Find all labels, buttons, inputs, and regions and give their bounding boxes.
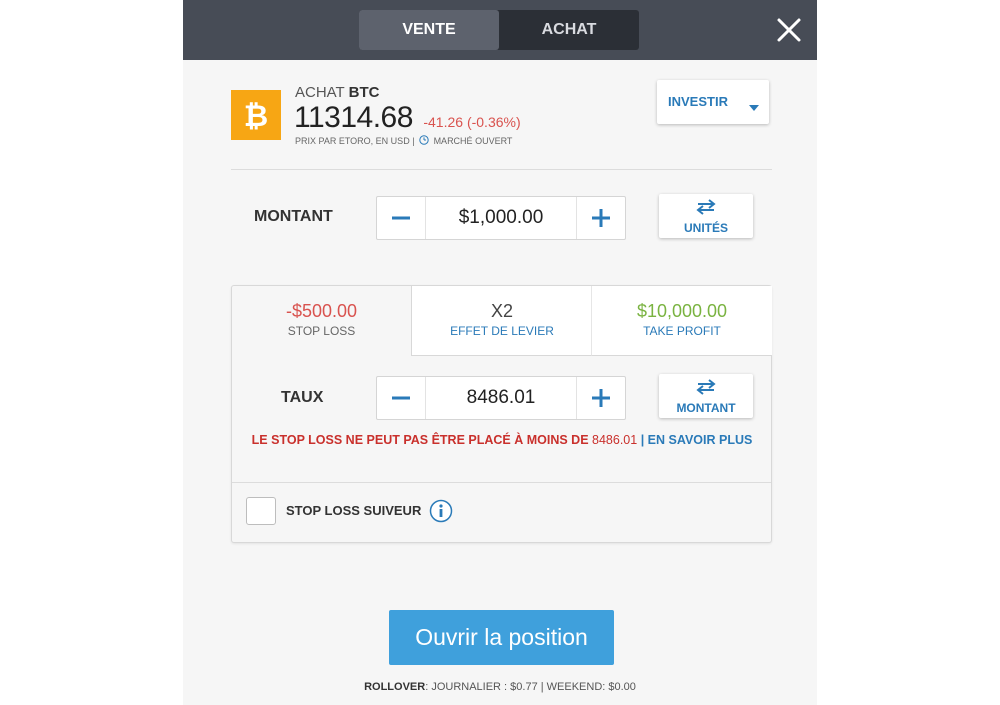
leverage-label: EFFET DE LEVIER [450,324,554,338]
tab-sell[interactable]: VENTE [359,10,499,50]
asset-title: ACHAT BTC [295,84,379,101]
stop-loss-label: STOP LOSS [287,324,356,338]
swap-icon [696,199,716,218]
open-position-button[interactable]: Ouvrir la position [389,610,614,665]
rollover-info: ROLLOVER: JOURNALIER : $0.77 | WEEKEND: … [183,681,817,693]
tab-leverage[interactable]: X2 EFFET DE LEVIER [411,286,592,356]
amount-input[interactable]: $1,000.00 [425,197,577,239]
price-row: 11314.68 -41.26 (-0.36%) [294,101,521,135]
tab-buy[interactable]: ACHAT [499,10,639,50]
learn-more-link[interactable]: EN SAVOIR PLUS [648,433,753,447]
order-settings-panel: -$500.00 STOP LOSS X2 EFFET DE LEVIER $1… [231,285,772,543]
invest-dropdown[interactable]: INVESTIR [657,80,769,124]
leverage-value: X2 [490,301,514,321]
amount-decrease-button[interactable] [377,197,425,239]
warning-text: LE STOP LOSS NE PEUT PAS ÊTRE PLACÉ À MO… [251,433,589,447]
units-toggle-button[interactable]: UNITÉS [659,194,753,238]
take-profit-value: $10,000.00 [636,301,728,321]
rate-stepper: 8486.01 [376,376,626,420]
divider [231,169,772,170]
price-meta: PRIX PAR ETORO, EN USD | MARCHÉ OUVERT [295,134,513,147]
rate-decrease-button[interactable] [377,377,425,419]
dialog-header: VENTE ACHAT [183,0,817,60]
asset-action: ACHAT [295,84,345,101]
warning-separator: | [640,433,645,447]
trailing-stop-checkbox[interactable] [246,497,276,525]
trade-dialog: VENTE ACHAT ₿ ACHAT BTC 11314.68 -41.26 … [183,0,817,705]
rate-increase-button[interactable] [577,377,625,419]
swap-icon [696,379,716,398]
amount-stepper: $1,000.00 [376,196,626,240]
tab-stop-loss[interactable]: -$500.00 STOP LOSS [232,286,411,355]
asset-symbol: BTC [348,84,380,101]
bitcoin-icon: ₿ [231,90,281,140]
rate-input[interactable]: 8486.01 [425,377,577,419]
asset-price: 11314.68 [294,101,413,134]
price-source: PRIX PAR ETORO, EN USD | [295,136,415,146]
settings-tabs: -$500.00 STOP LOSS X2 EFFET DE LEVIER $1… [232,286,772,356]
trade-mode-toggle: VENTE ACHAT [359,10,639,50]
amount-toggle-label: MONTANT [676,401,736,415]
caret-down-icon [749,99,759,114]
price-change: -41.26 (-0.36%) [423,114,521,130]
stop-loss-warning: LE STOP LOSS NE PEUT PAS ÊTRE PLACÉ À MO… [242,430,762,451]
rollover-text: : JOURNALIER : $0.77 | WEEKEND: $0.00 [425,681,636,693]
take-profit-label: TAKE PROFIT [643,324,721,338]
svg-text:₿: ₿ [244,99,268,134]
clock-icon [419,134,429,147]
warning-value: 8486.01 [592,433,638,447]
market-status: MARCHÉ OUVERT [433,136,513,146]
trailing-stop-label: STOP LOSS SUIVEUR [286,503,422,518]
close-icon[interactable] [773,14,805,46]
rollover-label: ROLLOVER [364,681,426,693]
units-label: UNITÉS [683,221,728,235]
info-icon[interactable] [429,499,453,528]
stop-loss-value: -$500.00 [285,301,358,321]
amount-increase-button[interactable] [577,197,625,239]
tab-take-profit[interactable]: $10,000.00 TAKE PROFIT [591,286,772,356]
amount-toggle-button[interactable]: MONTANT [659,374,753,418]
amount-label: MONTANT [254,208,333,225]
rate-label: TAUX [281,389,324,406]
invest-label: INVESTIR [668,94,728,109]
divider [232,482,771,483]
